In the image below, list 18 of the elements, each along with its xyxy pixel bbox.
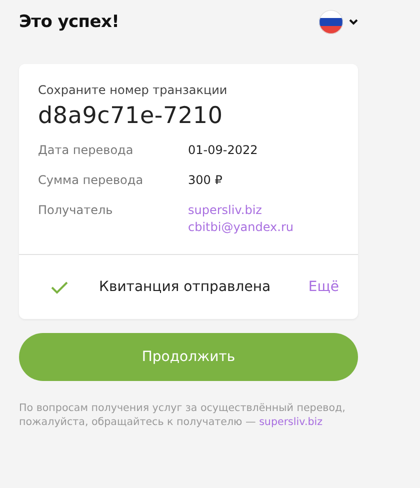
chevron-down-icon[interactable]: [349, 19, 358, 25]
footer-note: По вопросам получения услуг за осуществлённый перевод, пожалуйста, обращайтесь к получателю — supersliv.biz: [19, 401, 346, 429]
field-label: Сумма перевода: [38, 173, 144, 187]
field-value: 300 ₽: [188, 173, 222, 187]
flag-icon[interactable]: [319, 10, 343, 34]
field-value: 01-09-2022: [188, 143, 258, 157]
status-text: Квитанция отправлена: [99, 279, 272, 295]
recipient-link[interactable]: supersliv.biz: [259, 416, 323, 428]
caption: Сохраните номер транзакции: [38, 83, 228, 97]
page-title: Это успех!: [19, 12, 120, 32]
continue-button[interactable]: Продолжить: [19, 333, 358, 381]
field-label: Дата перевода: [38, 143, 134, 157]
checkmark-icon: [51, 280, 68, 294]
more-link[interactable]: Ещё: [308, 279, 339, 295]
recipient-link[interactable]: supersliv.biz: [188, 203, 294, 217]
field-label: Получатель: [38, 203, 114, 219]
recipient-link[interactable]: cbitbi@yandex.ru: [188, 220, 294, 234]
transaction-id: d8a9c71e-7210: [38, 103, 224, 129]
